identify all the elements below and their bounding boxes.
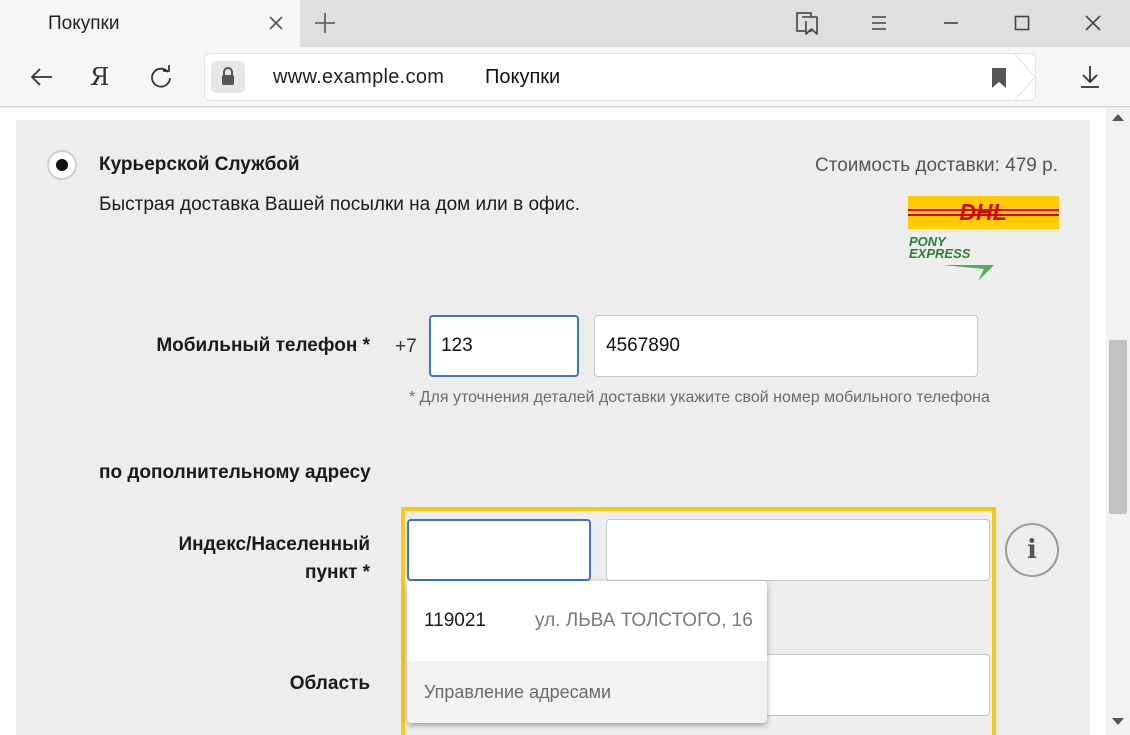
courier-radio-button[interactable]	[47, 150, 77, 180]
yandex-logo-icon[interactable]: Я	[90, 63, 122, 95]
locality-input[interactable]	[606, 519, 990, 581]
address-suggestion-item[interactable]: 119021 ул. ЛЬВА ТОЛСТОГО, 16	[407, 581, 767, 661]
phone-prefix: +7	[395, 336, 417, 357]
menu-icon[interactable]	[864, 8, 894, 38]
scroll-down-arrow-icon[interactable]	[1112, 718, 1124, 725]
manage-addresses-item[interactable]: Управление адресами	[407, 661, 767, 723]
page-scrollbar[interactable]	[1106, 108, 1130, 735]
dhl-logo: DHL	[908, 196, 1059, 229]
address-suggestions-dropdown: 119021 ул. ЛЬВА ТОЛСТОГО, 16 Управление …	[407, 581, 767, 723]
back-arrow-icon[interactable]	[26, 61, 58, 93]
browser-tab[interactable]: Покупки	[0, 0, 300, 47]
phone-number-input[interactable]	[594, 315, 978, 377]
address-bar[interactable]: www.example.com Покупки	[205, 54, 1036, 100]
manage-addresses-label: Управление адресами	[424, 682, 612, 702]
close-window-icon[interactable]	[1078, 8, 1108, 38]
locality-label: Индекс/Населенный пункт *	[100, 531, 370, 587]
reload-icon[interactable]	[145, 61, 177, 93]
phone-hint: * Для уточнения деталей доставки укажите…	[409, 389, 990, 406]
new-tab-icon[interactable]	[311, 9, 339, 37]
browser-toolbar: Я www.example.com Покупки	[0, 47, 1130, 107]
scroll-up-arrow-icon[interactable]	[1112, 114, 1124, 121]
phone-label: Мобильный телефон *	[156, 335, 370, 356]
svg-text:EXPRESS: EXPRESS	[909, 246, 971, 261]
page-title-in-address: Покупки	[485, 66, 561, 88]
info-icon: i	[1027, 535, 1037, 565]
close-tab-icon[interactable]	[263, 10, 289, 36]
lock-icon[interactable]	[211, 61, 245, 93]
bookmarks-panel-icon[interactable]	[792, 8, 822, 38]
phone-code-input[interactable]	[429, 315, 579, 377]
download-icon[interactable]	[1074, 61, 1106, 93]
delivery-description: Быстрая доставка Вашей посылки на дом ил…	[99, 194, 581, 215]
url-text[interactable]: www.example.com	[273, 66, 444, 89]
region-label: Область	[289, 673, 370, 694]
index-input[interactable]	[407, 519, 591, 581]
delivery-option-title: Курьерской Службой	[99, 154, 300, 175]
address-bar-arrow-icon	[1015, 54, 1036, 100]
suggestion-index: 119021	[424, 610, 486, 631]
tab-bar: Покупки	[0, 0, 1130, 47]
svg-text:DHL: DHL	[959, 199, 1006, 225]
scrollbar-thumb[interactable]	[1109, 340, 1127, 514]
locality-label-line2: пункт *	[304, 562, 370, 583]
info-button[interactable]: i	[1005, 523, 1059, 577]
maximize-icon[interactable]	[1007, 8, 1037, 38]
pony-express-logo: PONY EXPRESS	[909, 234, 994, 281]
tab-title: Покупки	[48, 13, 120, 34]
locality-label-line1: Индекс/Населенный	[178, 534, 370, 555]
extra-address-heading: по дополнительному адресу	[99, 462, 371, 483]
delivery-cost: Стоимость доставки: 479 р.	[814, 155, 1058, 176]
minimize-icon[interactable]	[936, 8, 966, 38]
suggestion-address: ул. ЛЬВА ТОЛСТОГО, 16	[535, 610, 753, 631]
bookmark-icon[interactable]	[989, 67, 1009, 89]
